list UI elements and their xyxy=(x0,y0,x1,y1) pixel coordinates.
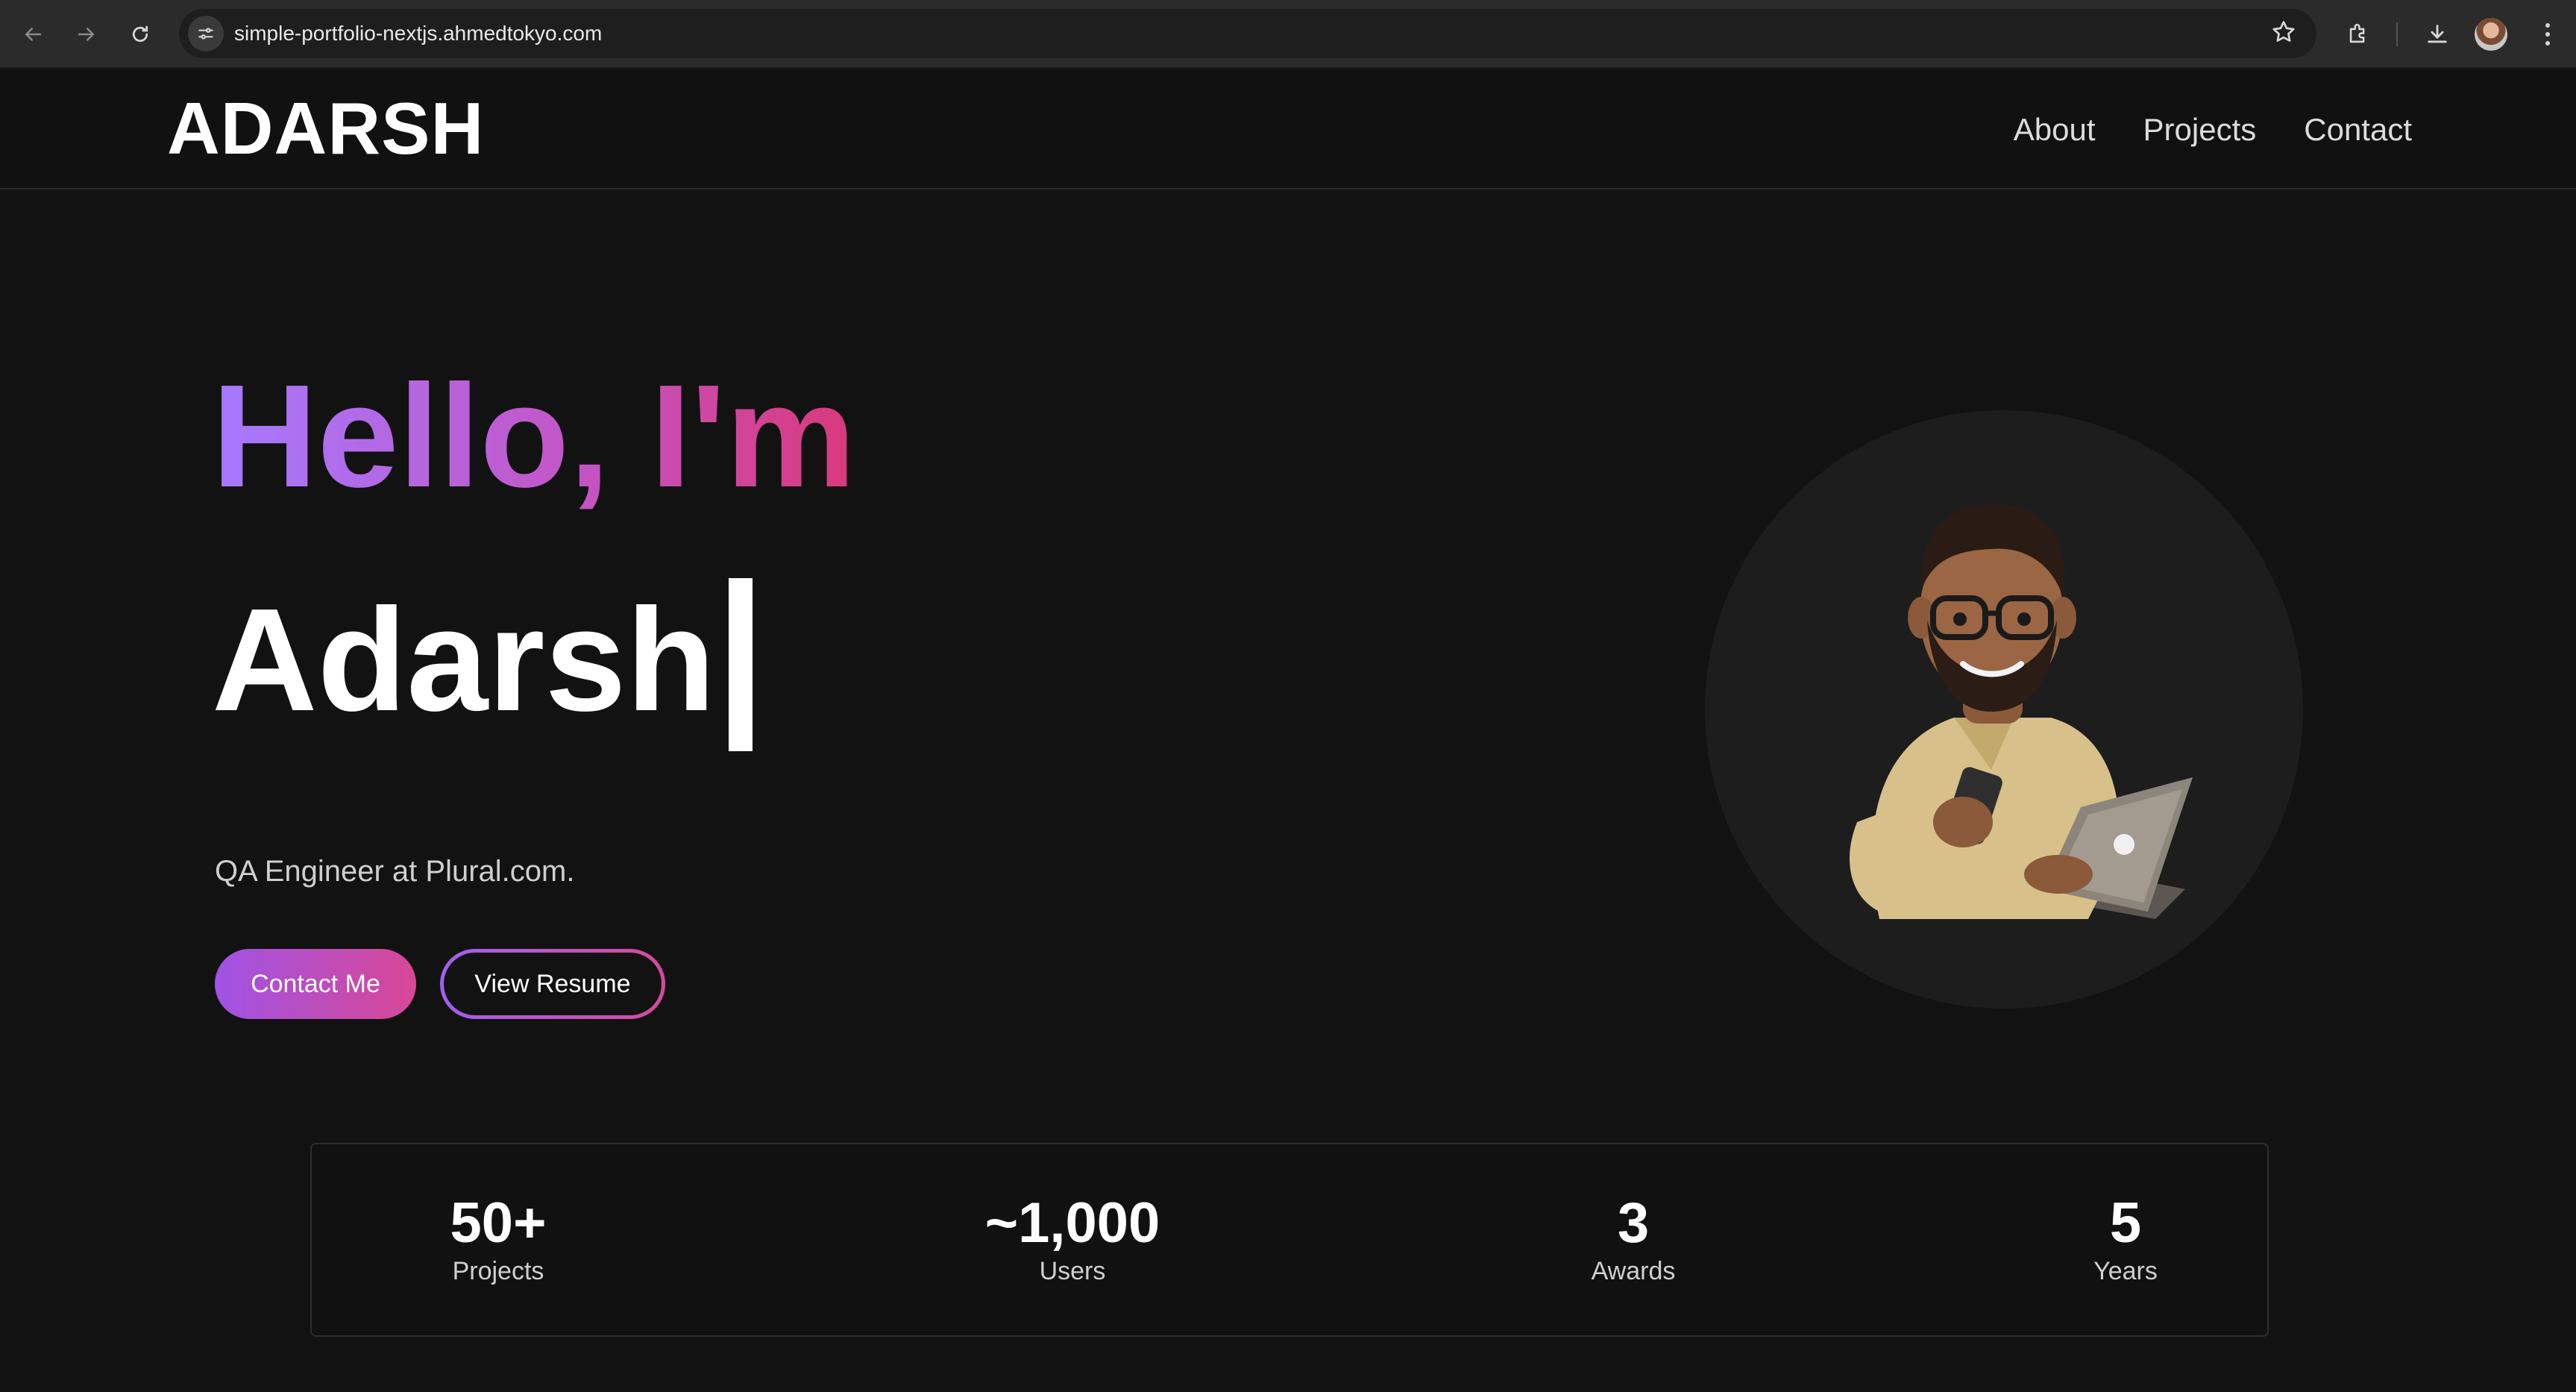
portfolio-page: ADARSH About Projects Contact Hello, I'm… xyxy=(0,69,2576,1392)
hero-greeting: Hello, I'm xyxy=(212,354,856,518)
reload-icon xyxy=(132,25,148,43)
download-icon xyxy=(2428,25,2447,43)
forward-button[interactable] xyxy=(69,16,104,52)
stat-label: Years xyxy=(2093,1257,2158,1285)
site-header: ADARSH About Projects Contact xyxy=(0,69,2576,189)
arrow-right-icon xyxy=(78,28,95,41)
nav-link-about[interactable]: About xyxy=(2014,107,2096,152)
stat-users: ~1,000 Users xyxy=(886,1192,1259,1288)
nav-link-projects[interactable]: Projects xyxy=(2143,107,2257,152)
site-settings-icon[interactable] xyxy=(188,16,224,51)
back-button[interactable] xyxy=(15,16,51,52)
hero-name-line: Adarsh xyxy=(212,574,753,751)
stat-label: Projects xyxy=(452,1257,544,1285)
stat-value: 3 xyxy=(1617,1191,1650,1255)
stat-label: Awards xyxy=(1591,1257,1676,1285)
stats-panel: 50+ Projects ~1,000 Users 3 Awards 5 Yea… xyxy=(310,1143,2269,1337)
hero-subtitle: QA Engineer at Plural.com. xyxy=(215,855,575,888)
stat-awards: 3 Awards xyxy=(1447,1192,1820,1288)
browser-toolbar: simple-portfolio-nextjs.ahmedtokyo.com xyxy=(0,0,2576,69)
bookmark-star-icon[interactable] xyxy=(2270,19,2300,48)
stat-label: Users xyxy=(1039,1257,1106,1285)
toolbar-divider xyxy=(2396,22,2398,46)
arrow-left-icon xyxy=(25,28,42,41)
contact-me-button[interactable]: Contact Me xyxy=(215,949,416,1019)
reload-button[interactable] xyxy=(122,16,158,52)
stat-years: 5 Years xyxy=(1939,1192,2312,1288)
main-nav: About Projects Contact xyxy=(2014,107,2412,152)
browser-menu-icon[interactable] xyxy=(2530,16,2566,52)
stat-value: ~1,000 xyxy=(984,1191,1160,1255)
address-bar[interactable]: simple-portfolio-nextjs.ahmedtokyo.com xyxy=(179,9,2316,58)
avatar-illustration xyxy=(1850,504,2193,919)
puzzle-icon xyxy=(2349,24,2365,43)
url-text: simple-portfolio-nextjs.ahmedtokyo.com xyxy=(234,22,603,45)
downloads-button[interactable] xyxy=(2418,15,2457,54)
typing-cursor xyxy=(729,578,753,751)
extensions-button[interactable] xyxy=(2339,15,2378,54)
site-logo[interactable]: ADARSH xyxy=(167,91,484,166)
stat-projects: 50+ Projects xyxy=(312,1192,685,1288)
nav-link-contact[interactable]: Contact xyxy=(2304,107,2412,152)
stat-value: 50+ xyxy=(450,1191,547,1255)
hero-name: Adarsh xyxy=(212,578,716,742)
profile-avatar[interactable] xyxy=(2475,18,2507,51)
stat-value: 5 xyxy=(2109,1191,2142,1255)
view-resume-button[interactable]: View Resume xyxy=(440,949,665,1019)
